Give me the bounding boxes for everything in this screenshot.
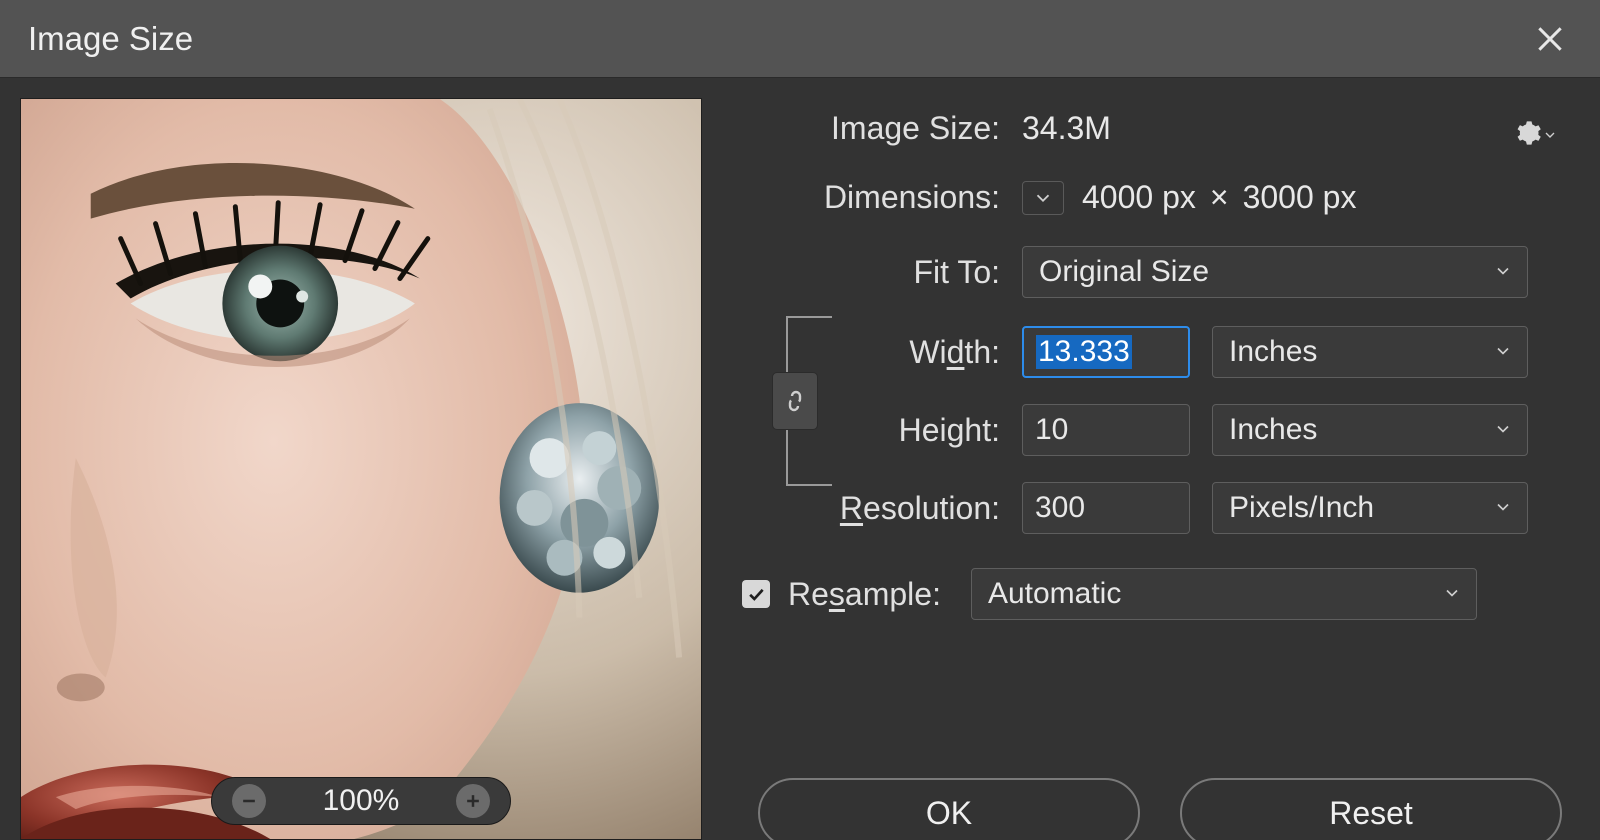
label-resolution: Resolution: — [762, 490, 1022, 527]
width-value: 13.333 — [1036, 335, 1132, 369]
dim-times: × — [1210, 179, 1229, 216]
height-unit-select[interactable]: Inches — [1212, 404, 1528, 456]
chevron-down-icon — [1493, 335, 1513, 369]
ok-button[interactable]: OK — [758, 778, 1140, 840]
chevron-down-icon — [1442, 577, 1462, 611]
footer-buttons: OK Reset — [722, 778, 1580, 840]
height-unit-value: Inches — [1229, 413, 1317, 447]
value-dim-width: 4000 px — [1082, 179, 1196, 216]
resolution-input[interactable]: 300 — [1022, 482, 1190, 534]
value-dim-height: 3000 px — [1243, 179, 1357, 216]
chevron-down-icon — [1493, 413, 1513, 447]
zoom-control: 100% — [211, 777, 511, 825]
height-value: 10 — [1035, 413, 1068, 447]
label-fit-to-text: Fit To: — [913, 254, 1000, 290]
dimensions-unit-dropdown[interactable] — [1022, 181, 1064, 215]
row-resolution: Resolution: 300 Pixels/Inch — [762, 482, 1562, 534]
fit-to-value: Original Size — [1039, 255, 1209, 289]
titlebar: Image Size — [0, 0, 1600, 78]
chevron-down-icon — [1493, 255, 1513, 289]
preview-image — [21, 99, 701, 839]
value-image-size: 34.3M — [1022, 110, 1111, 147]
chevron-down-icon — [1032, 187, 1054, 209]
plus-icon — [463, 791, 483, 811]
label-dimensions: Dimensions: — [762, 179, 1022, 216]
fit-to-select[interactable]: Original Size — [1022, 246, 1528, 298]
minus-icon — [239, 791, 259, 811]
settings-menu-button[interactable] — [1514, 114, 1558, 151]
gear-icon — [1514, 119, 1542, 147]
row-width: Width: 13.333 Inches — [762, 326, 1562, 378]
row-height: Height: 10 Inches — [762, 404, 1562, 456]
resample-value: Automatic — [988, 577, 1121, 611]
close-icon — [1534, 23, 1566, 55]
row-resample: Resample: Automatic — [742, 568, 1562, 620]
image-size-dialog: Image Size — [0, 0, 1600, 840]
chevron-down-icon — [1542, 114, 1558, 151]
constrain-proportions-button[interactable] — [772, 372, 818, 430]
width-unit-select[interactable]: Inches — [1212, 326, 1528, 378]
label-fit-to: Fit To: — [762, 254, 1022, 291]
chevron-down-icon — [1493, 491, 1513, 525]
height-input[interactable]: 10 — [1022, 404, 1190, 456]
constrain-link — [786, 316, 876, 486]
width-input[interactable]: 13.333 — [1022, 326, 1190, 378]
preview-panel: 100% — [20, 98, 702, 840]
resample-select[interactable]: Automatic — [971, 568, 1477, 620]
chain-link-icon — [783, 386, 807, 416]
controls-panel: Image Size: 34.3M Dimensions: 4000 px × … — [722, 98, 1580, 840]
resolution-unit-select[interactable]: Pixels/Inch — [1212, 482, 1528, 534]
image-preview[interactable] — [20, 98, 702, 840]
row-image-size: Image Size: 34.3M — [762, 110, 1562, 147]
width-unit-value: Inches — [1229, 335, 1317, 369]
check-icon — [746, 584, 766, 604]
dialog-title: Image Size — [28, 20, 193, 58]
zoom-out-button[interactable] — [232, 784, 266, 818]
resolution-unit-value: Pixels/Inch — [1229, 491, 1374, 525]
close-button[interactable] — [1530, 19, 1570, 59]
reset-button[interactable]: Reset — [1180, 778, 1562, 840]
dialog-body: 100% Image Size: 34.3M Dimensions: — [0, 78, 1600, 840]
label-resample: Resample: — [742, 576, 971, 613]
row-dimensions: Dimensions: 4000 px × 3000 px — [762, 179, 1562, 216]
label-image-size: Image Size: — [762, 110, 1022, 147]
resample-checkbox[interactable] — [742, 580, 770, 608]
row-fit-to: Fit To: Original Size — [762, 246, 1562, 298]
zoom-value: 100% — [323, 784, 400, 818]
zoom-in-button[interactable] — [456, 784, 490, 818]
resolution-value: 300 — [1035, 491, 1085, 525]
